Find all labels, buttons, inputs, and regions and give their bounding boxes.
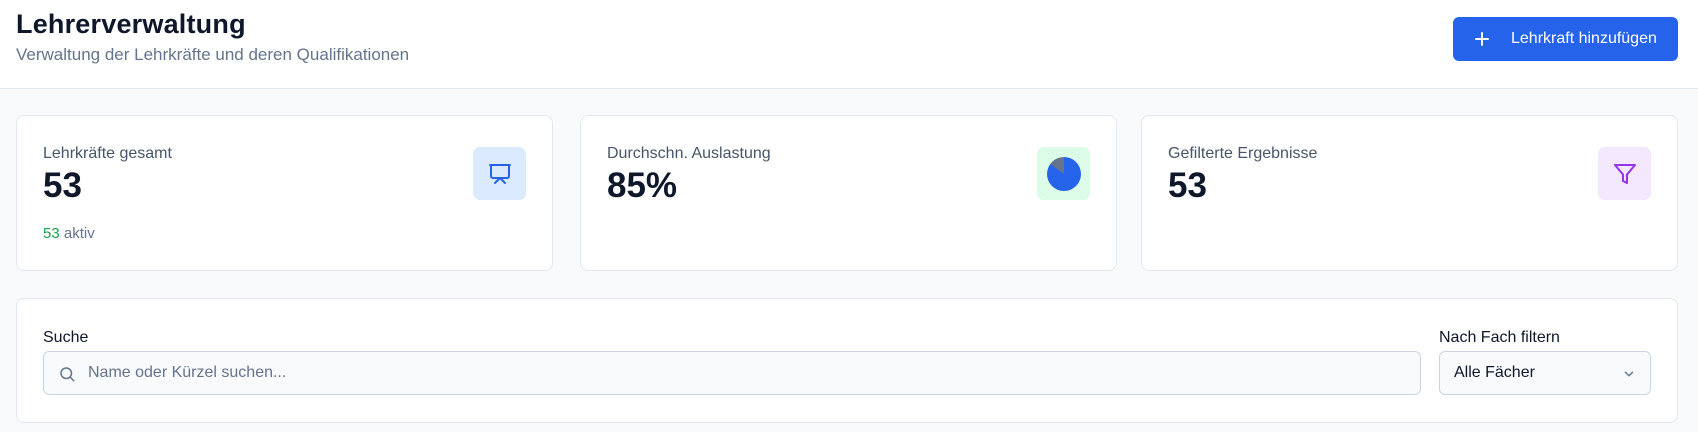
page-subtitle: Verwaltung der Lehrkräfte und deren Qual…: [16, 45, 410, 64]
search-label: Suche: [43, 329, 89, 346]
stat-card-total-teachers: Lehrkräfte gesamt 53 53 aktiv: [16, 115, 553, 271]
stat-card-average-load: Durchschn. Auslastung 85%: [580, 115, 1117, 271]
page-header: Lehrerverwaltung Verwaltung der Lehrkräf…: [0, 0, 1698, 89]
page-title: Lehrerverwaltung: [16, 9, 246, 39]
active-count: 53: [43, 225, 60, 242]
search-input[interactable]: [88, 352, 1408, 394]
subject-filter-select[interactable]: Alle Fächer: [1439, 351, 1651, 395]
presentation-icon: [473, 147, 526, 200]
stat-value: 53: [43, 166, 82, 205]
add-teacher-button-label: Lehrkraft hinzufügen: [1511, 30, 1657, 47]
filter-icon: [1598, 147, 1651, 200]
chevron-down-icon: [1624, 371, 1634, 377]
active-label: aktiv: [59, 225, 95, 242]
load-indicator: [1046, 156, 1081, 191]
subject-filter-label: Nach Fach filtern: [1439, 329, 1560, 346]
stat-label: Gefilterte Ergebnisse: [1168, 145, 1318, 162]
stat-label: Lehrkräfte gesamt: [43, 145, 172, 162]
stat-footnote: 53 aktiv: [43, 225, 95, 242]
stat-value: 53: [1168, 166, 1207, 205]
subject-filter-value: Alle Fächer: [1454, 364, 1535, 381]
pie-chart-icon: [1037, 147, 1090, 200]
stat-value: 85%: [607, 166, 678, 205]
search-field[interactable]: [43, 351, 1421, 395]
stat-card-filtered-results: Gefilterte Ergebnisse 53: [1141, 115, 1678, 271]
add-teacher-button[interactable]: Lehrkraft hinzufügen: [1453, 17, 1678, 61]
plus-icon: [1475, 32, 1489, 46]
filter-panel: Suche Nach Fach filtern Alle Fächer: [16, 298, 1678, 423]
stat-label: Durchschn. Auslastung: [607, 145, 771, 162]
search-icon: [60, 367, 75, 382]
